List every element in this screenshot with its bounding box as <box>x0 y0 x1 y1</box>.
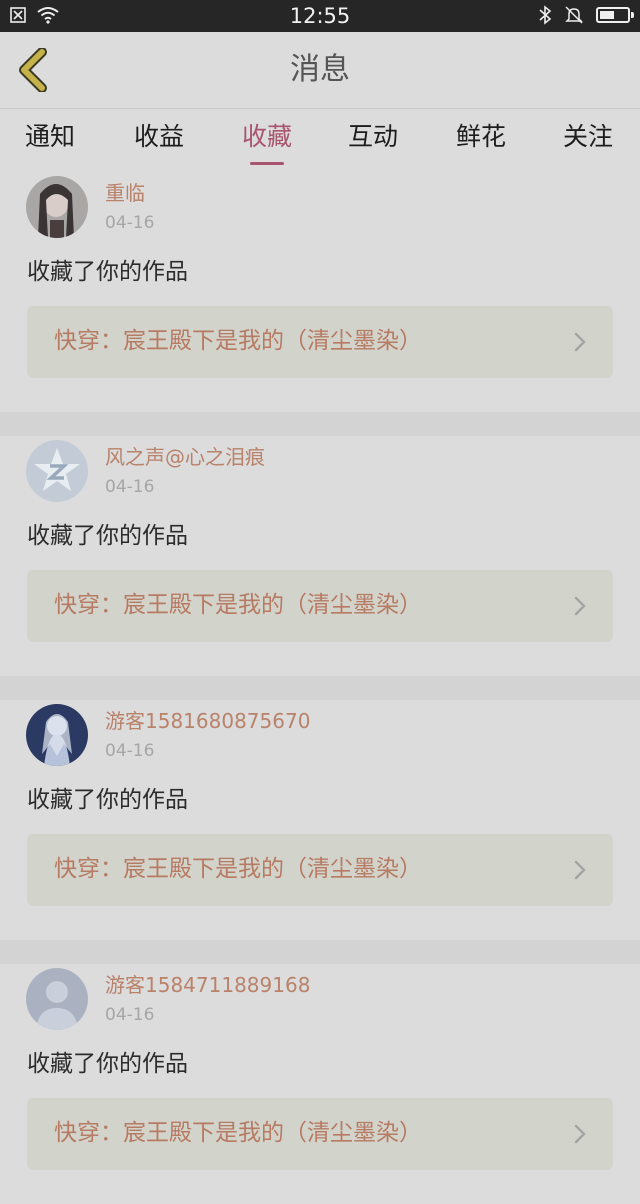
tab-flowers[interactable]: 鲜花 <box>456 120 506 154</box>
avatar[interactable] <box>26 440 88 502</box>
list-item: 游客1581680875670 04-16 收藏了你的作品 快穿：宸王殿下是我的… <box>0 700 640 964</box>
tab-following[interactable]: 关注 <box>563 120 613 154</box>
work-link[interactable]: 快穿：宸王殿下是我的（清尘墨染） <box>27 834 613 906</box>
list-item: 风之声@心之泪痕 04-16 收藏了你的作品 快穿：宸王殿下是我的（清尘墨染） <box>0 436 640 700</box>
work-link[interactable]: 快穿：宸王殿下是我的（清尘墨染） <box>27 570 613 642</box>
divider <box>0 676 640 700</box>
username[interactable]: 风之声@心之泪痕 <box>105 444 265 470</box>
username[interactable]: 游客1584711889168 <box>105 972 310 998</box>
date: 04-16 <box>105 1005 155 1025</box>
list-item: 游客1584711889168 04-16 收藏了你的作品 快穿：宸王殿下是我的… <box>0 964 640 1204</box>
tab-earnings[interactable]: 收益 <box>134 120 184 154</box>
tab-interactions[interactable]: 互动 <box>348 120 398 154</box>
bell-off-icon <box>565 6 583 24</box>
work-title: 快穿：宸王殿下是我的（清尘墨染） <box>54 328 422 354</box>
chevron-right-icon <box>574 332 586 352</box>
work-link[interactable]: 快穿：宸王殿下是我的（清尘墨染） <box>27 1098 613 1170</box>
bluetooth-icon <box>539 5 552 25</box>
chevron-right-icon <box>574 596 586 616</box>
status-right-icons <box>538 5 634 25</box>
battery-level-fill <box>600 11 615 19</box>
date: 04-16 <box>105 477 155 497</box>
battery-icon <box>596 7 634 23</box>
active-tab-indicator <box>250 162 284 165</box>
list-item: 重临 04-16 收藏了你的作品 快穿：宸王殿下是我的（清尘墨染） <box>0 172 640 436</box>
work-title: 快穿：宸王殿下是我的（清尘墨染） <box>54 856 422 882</box>
divider <box>0 412 640 436</box>
date: 04-16 <box>105 213 155 233</box>
avatar[interactable] <box>26 704 88 766</box>
top-bar: 消息 <box>0 32 640 109</box>
work-link[interactable]: 快穿：宸王殿下是我的（清尘墨染） <box>27 306 613 378</box>
chevron-right-icon <box>574 1124 586 1144</box>
tab-bar: 通知 收益 收藏 互动 鲜花 关注 <box>0 110 640 172</box>
action-text: 收藏了你的作品 <box>27 1051 188 1077</box>
action-text: 收藏了你的作品 <box>27 787 188 813</box>
work-title: 快穿：宸王殿下是我的（清尘墨染） <box>54 592 422 618</box>
tab-notifications[interactable]: 通知 <box>25 120 75 154</box>
work-title: 快穿：宸王殿下是我的（清尘墨染） <box>54 1120 422 1146</box>
action-text: 收藏了你的作品 <box>27 259 188 285</box>
date: 04-16 <box>105 741 155 761</box>
page-title: 消息 <box>290 52 350 87</box>
status-bar: 12:55 <box>0 0 640 32</box>
username[interactable]: 重临 <box>105 180 145 206</box>
divider <box>0 940 640 964</box>
action-text: 收藏了你的作品 <box>27 523 188 549</box>
chevron-right-icon <box>574 860 586 880</box>
avatar[interactable] <box>26 176 88 238</box>
username[interactable]: 游客1581680875670 <box>105 708 310 734</box>
tab-favorites[interactable]: 收藏 <box>242 120 292 154</box>
favorites-list: 重临 04-16 收藏了你的作品 快穿：宸王殿下是我的（清尘墨染） 风之声@心之… <box>0 172 640 1204</box>
avatar[interactable] <box>26 968 88 1030</box>
